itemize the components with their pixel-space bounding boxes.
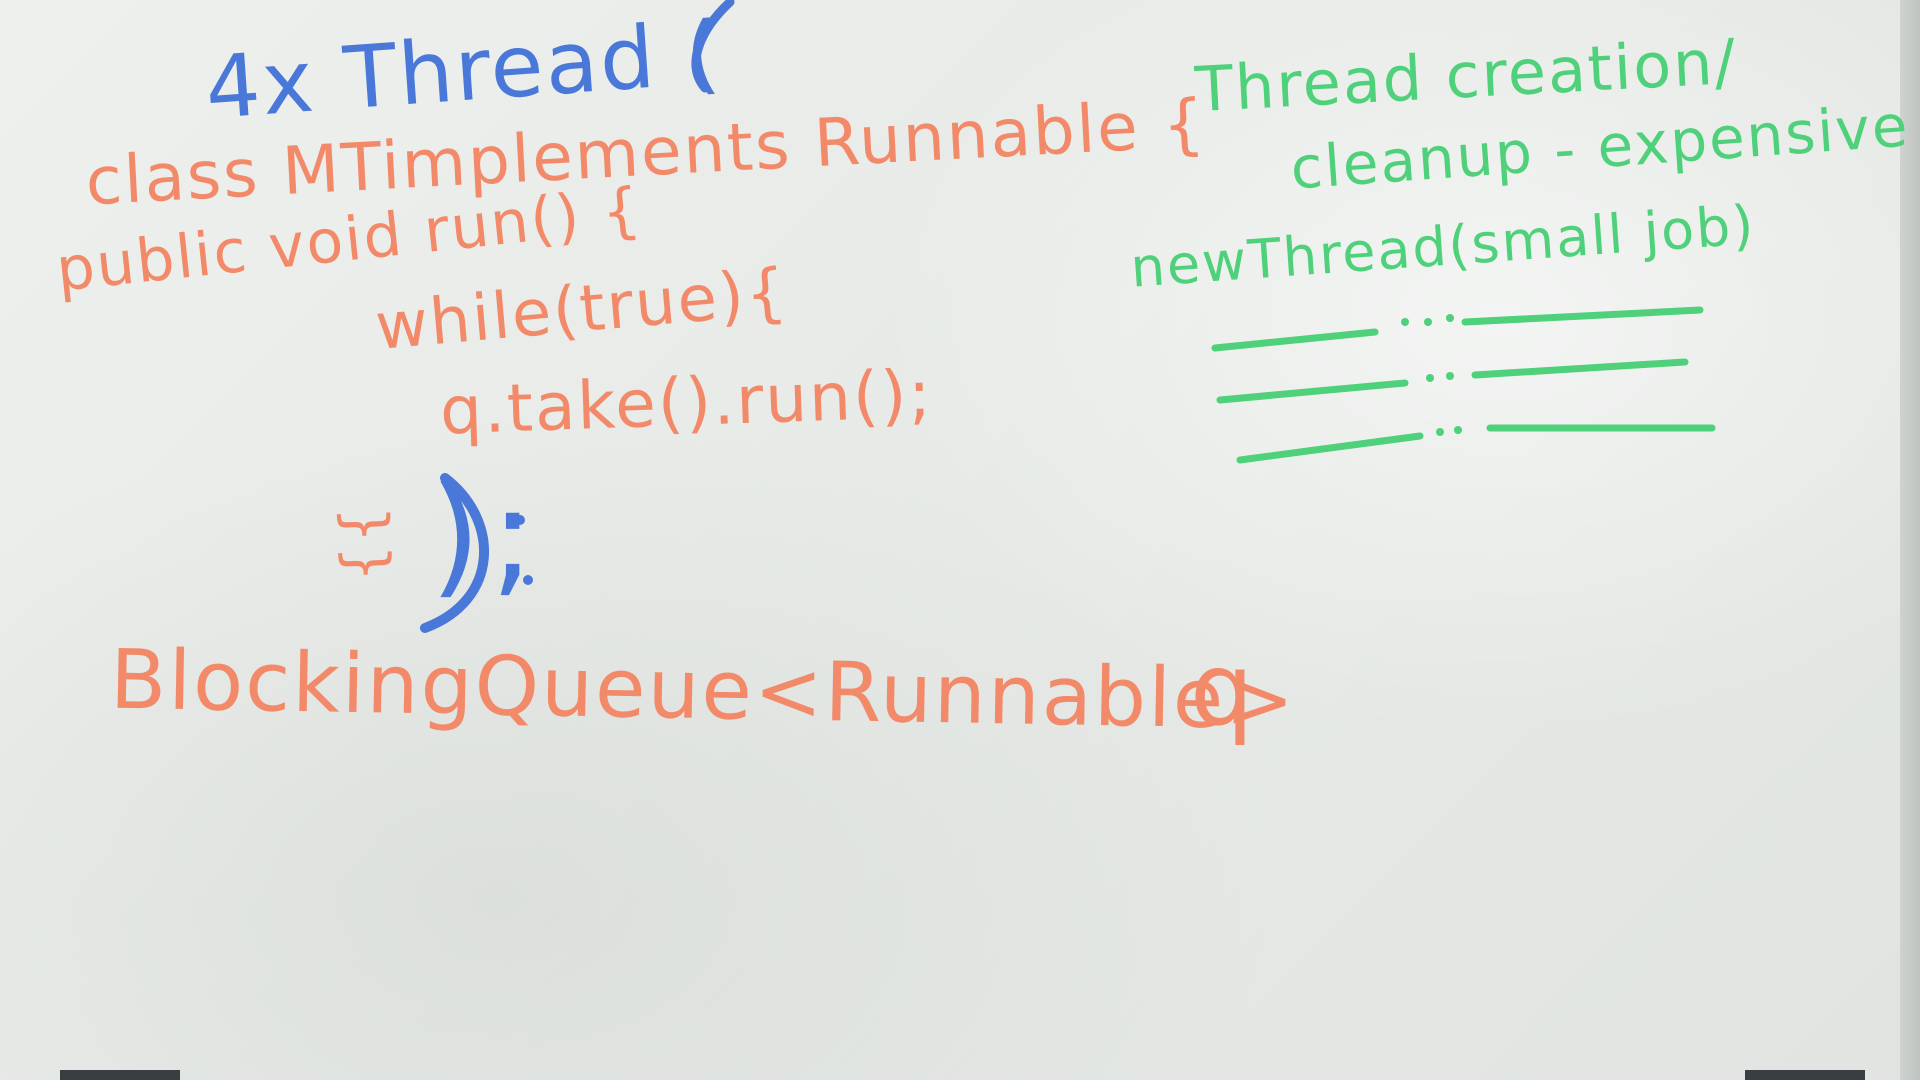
timeline-row-3-left	[1236, 432, 1424, 464]
blue-close-paren-stroke	[420, 473, 489, 633]
timeline-row-2-left	[1216, 379, 1409, 404]
timeline-row-1-right	[1461, 306, 1704, 326]
marker-strokes	[420, 0, 1716, 633]
blue-dot-top	[515, 515, 525, 525]
timeline-row-2-right	[1471, 358, 1689, 379]
thread-timeline-rows	[1211, 306, 1716, 464]
timeline-row-1-left	[1211, 328, 1379, 352]
timeline-gap-ticks	[1401, 314, 1462, 436]
blue-dot-bottom	[523, 575, 533, 585]
blue-open-paren-stroke	[691, 0, 735, 93]
